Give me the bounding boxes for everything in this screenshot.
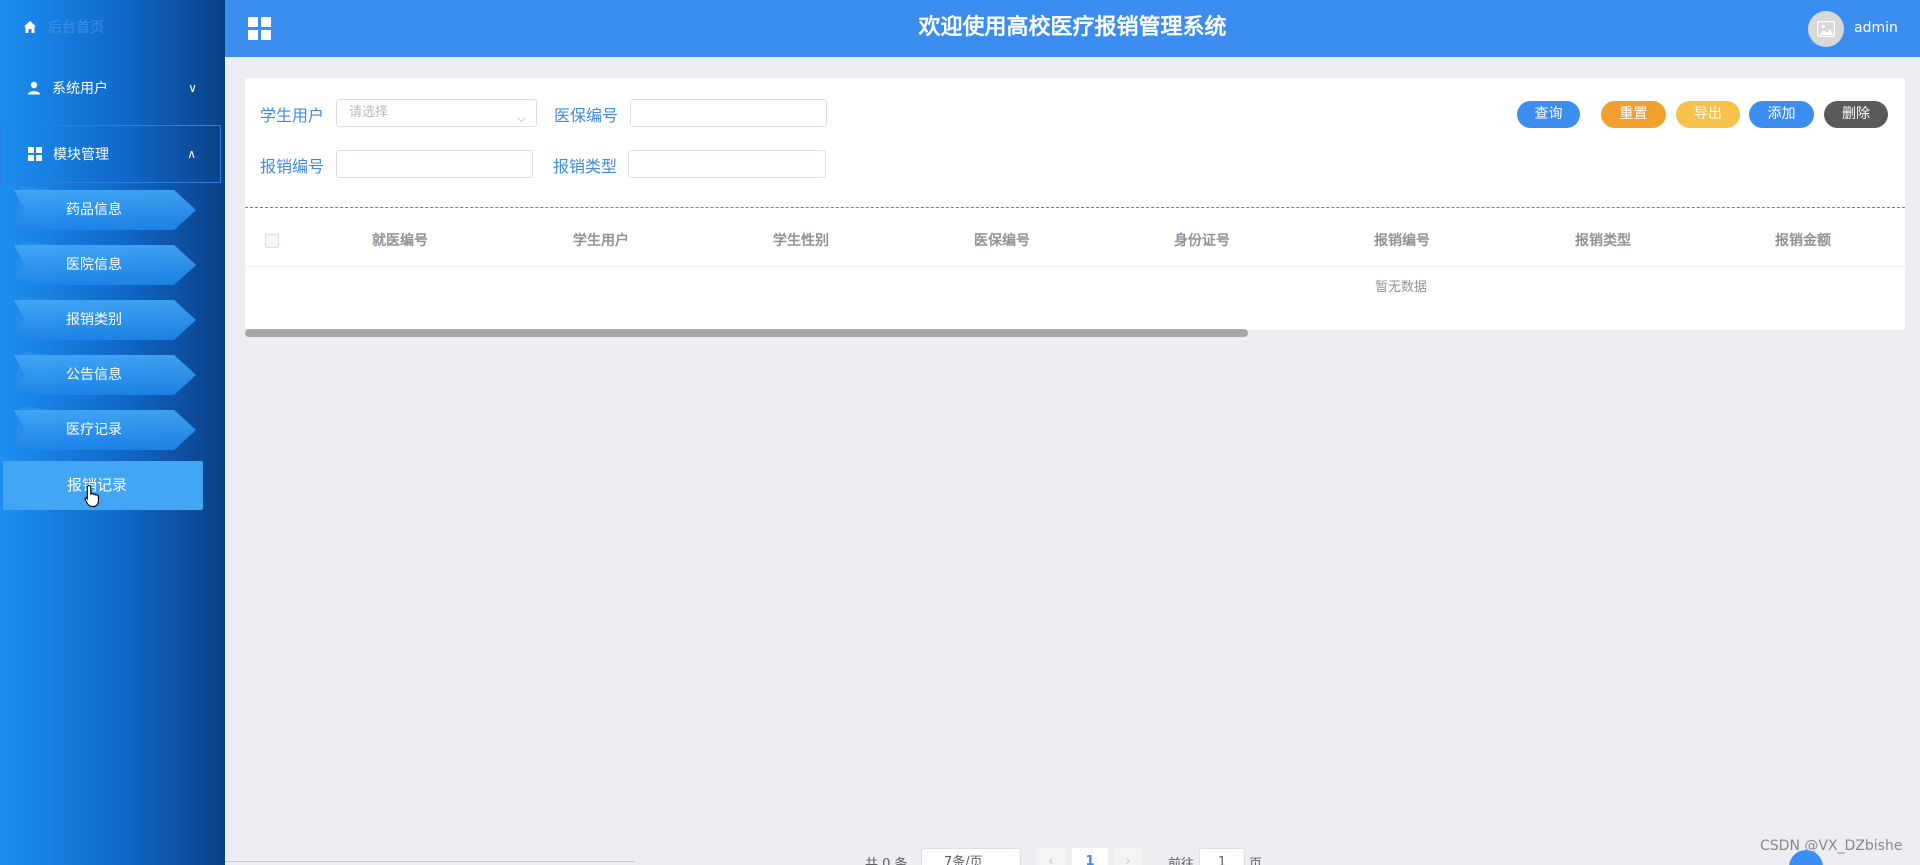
home-icon — [22, 19, 38, 35]
insurance-no-input[interactable] — [630, 99, 827, 127]
delete-button[interactable]: 删除 — [1824, 101, 1888, 128]
column-header[interactable]: 身份证号 — [1102, 215, 1302, 267]
select-all-checkbox[interactable] — [265, 234, 279, 248]
sidebar-item-label: 公告信息 — [66, 367, 122, 383]
sidebar-item-label: 药品信息 — [66, 202, 122, 218]
horizontal-scrollbar[interactable] — [245, 329, 1248, 337]
next-page-button[interactable]: › — [1113, 848, 1143, 865]
column-header[interactable]: 就医编号 — [300, 215, 500, 267]
reset-button[interactable]: 重置 — [1601, 101, 1666, 128]
image-icon — [1817, 21, 1835, 37]
sidebar-group-modules[interactable]: 模块管理 ∧ — [0, 125, 221, 183]
sidebar-group-users[interactable]: 系统用户 ∨ — [0, 59, 221, 117]
prev-page-button[interactable]: ‹ — [1036, 848, 1066, 865]
sidebar-item-claim-record[interactable]: 报销记录 — [3, 461, 203, 510]
avatar[interactable] — [1808, 11, 1844, 47]
sidebar-group-label: 系统用户 — [52, 81, 108, 97]
sidebar-item-label: 报销类别 — [66, 312, 122, 328]
empty-state-text: 暂无数据 — [1375, 280, 1428, 295]
grid-icon — [27, 146, 43, 162]
user-icon — [26, 80, 42, 96]
query-button[interactable]: 查询 — [1517, 101, 1580, 128]
divider — [245, 207, 1905, 208]
student-user-label: 学生用户 — [260, 106, 325, 125]
chevron-down-icon: ∨ — [188, 81, 197, 95]
bottom-divider — [225, 861, 635, 862]
sidebar-item-hospital[interactable]: 医院信息 — [14, 241, 196, 285]
sidebar-group-label: 模块管理 — [53, 147, 109, 163]
top-header: 欢迎使用高校医疗报销管理系统 admin — [225, 0, 1920, 57]
column-header[interactable]: 报销编号 — [1302, 215, 1502, 267]
page-title: 欢迎使用高校医疗报销管理系统 — [918, 15, 1227, 40]
column-header[interactable]: 学生用户 — [501, 215, 701, 267]
sidebar-item-medical-record[interactable]: 医疗记录 — [14, 406, 196, 450]
goto-label: 前往 — [1168, 857, 1195, 865]
sidebar-item-medicine[interactable]: 药品信息 — [14, 186, 196, 230]
claim-no-label: 报销编号 — [260, 157, 325, 176]
username[interactable]: admin — [1854, 20, 1898, 36]
column-header[interactable]: 学生性别 — [701, 215, 901, 267]
insurance-no-label: 医保编号 — [554, 106, 619, 125]
sidebar-item-label: 医院信息 — [66, 257, 122, 273]
claim-no-input[interactable] — [336, 150, 533, 178]
column-header[interactable]: 报销类型 — [1503, 215, 1703, 267]
chevron-up-icon: ∧ — [187, 147, 196, 161]
page-number-current[interactable]: 1 — [1072, 848, 1108, 865]
chevron-down-icon: ⌵ — [516, 111, 526, 125]
sidebar-item-notice[interactable]: 公告信息 — [14, 351, 196, 395]
page-suffix: 页 — [1249, 857, 1263, 865]
column-header[interactable]: 医保编号 — [902, 215, 1102, 267]
goto-page-input[interactable]: 1 — [1199, 848, 1245, 865]
content-card: 学生用户 请选择 ⌵ 医保编号 报销编号 报销类型 查询 重置 导出 添加 删除… — [245, 78, 1905, 337]
pagination-total: 共 0 条 — [865, 857, 908, 865]
sidebar-item-label: 医疗记录 — [66, 422, 122, 438]
sidebar: 后台首页 系统用户 ∨ 模块管理 ∧ 药品信息 医院信息 报销类别 公告信息 医… — [0, 0, 225, 865]
student-user-placeholder: 请选择 — [349, 105, 389, 120]
export-button[interactable]: 导出 — [1676, 101, 1740, 128]
sidebar-home-label: 后台首页 — [48, 20, 104, 36]
watermark: CSDN @VX_DZbishe — [1760, 838, 1903, 854]
page-size-select[interactable]: 7条/页 — [921, 848, 1021, 865]
add-button[interactable]: 添加 — [1749, 101, 1814, 128]
sidebar-home[interactable]: 后台首页 — [22, 16, 104, 38]
table-header: 就医编号 学生用户 学生性别 医保编号 身份证号 报销编号 报销类型 报销金额 — [245, 215, 1905, 267]
claim-type-input[interactable] — [628, 150, 826, 178]
hand-cursor-icon — [84, 484, 102, 508]
sidebar-item-claim-category[interactable]: 报销类别 — [14, 296, 196, 340]
student-user-select[interactable]: 请选择 ⌵ — [336, 99, 537, 127]
column-header[interactable]: 报销金额 — [1703, 215, 1903, 267]
claim-type-label: 报销类型 — [553, 157, 618, 176]
